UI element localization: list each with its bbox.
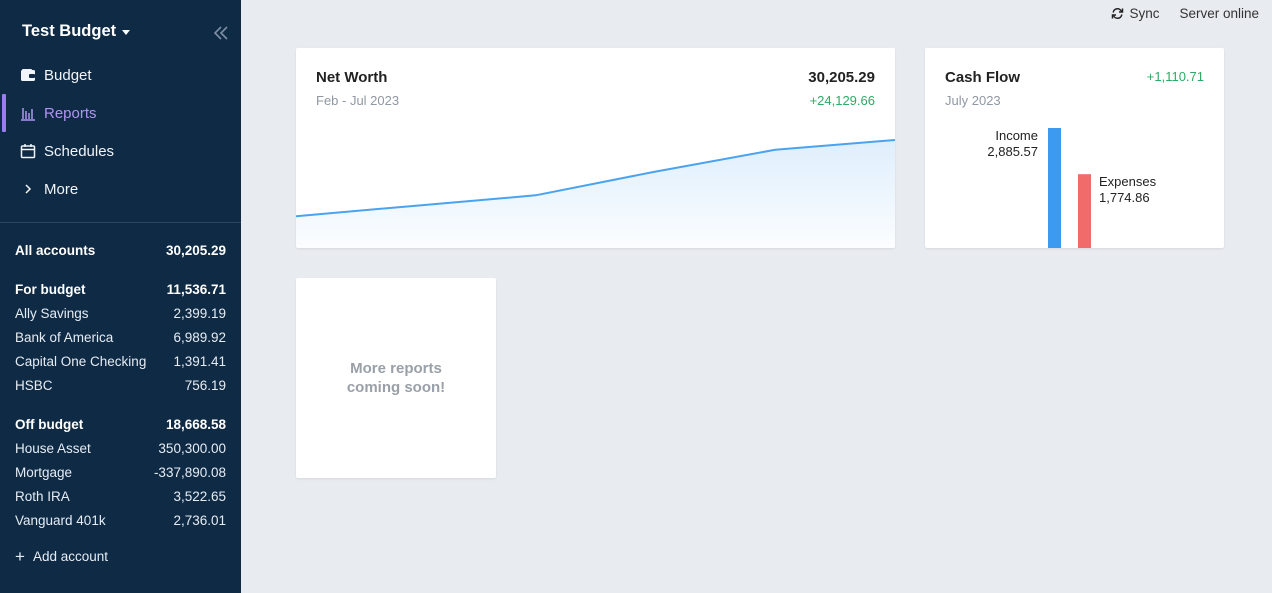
account-row-hsbc[interactable]: HSBC 756.19 [0, 373, 241, 397]
net-worth-change: +24,129.66 [809, 93, 875, 108]
account-balance: 6,989.92 [173, 329, 226, 345]
cash-flow-change: +1,110.71 [1146, 69, 1204, 84]
budget-name: Test Budget [22, 22, 117, 40]
account-name: All accounts [15, 242, 96, 258]
sidebar-nav: Budget Reports Schedules More [0, 56, 241, 208]
card-period: July 2023 [945, 93, 1001, 108]
card-date-range: Feb - Jul 2023 [316, 93, 400, 108]
account-name: House Asset [15, 440, 91, 456]
net-worth-area [296, 140, 895, 248]
account-name: Mortgage [15, 464, 73, 480]
add-account-label: Add account [32, 549, 108, 564]
account-name: Bank of America [15, 329, 114, 345]
top-bar: Sync Server online [1111, 6, 1259, 21]
sidebar-item-schedules[interactable]: Schedules [0, 132, 241, 170]
account-balance: 3,522.65 [173, 488, 226, 504]
net-worth-card[interactable]: Net Worth Feb - Jul 2023 30,205.29 +24,1… [296, 48, 895, 248]
card-title: Cash Flow [945, 69, 1021, 86]
plus-icon: + [15, 547, 25, 566]
income-label: Income [995, 128, 1038, 143]
sidebar-item-label: Reports [44, 104, 97, 122]
collapse-sidebar-button[interactable] [211, 24, 231, 42]
account-name: Off budget [15, 416, 84, 432]
sidebar: Test Budget Budget Reports Schedules Mor… [0, 0, 241, 593]
account-balance: -337,890.08 [153, 464, 226, 480]
account-row-house-asset[interactable]: House Asset 350,300.00 [0, 436, 241, 460]
wallet-icon [20, 67, 36, 83]
sidebar-item-label: Budget [44, 66, 92, 84]
bar-chart-icon [20, 105, 36, 121]
sync-button[interactable]: Sync [1111, 6, 1159, 21]
add-account-button[interactable]: + Add account [15, 548, 108, 565]
expenses-bar [1078, 174, 1091, 248]
expenses-label-group: Expenses 1,774.86 [1099, 174, 1156, 206]
account-row-ally-savings[interactable]: Ally Savings 2,399.19 [0, 301, 241, 325]
server-status[interactable]: Server online [1179, 6, 1259, 21]
off-budget-row[interactable]: Off budget 18,668.58 [0, 412, 241, 436]
income-label-group: Income 2,885.57 [987, 128, 1038, 160]
expenses-value: 1,774.86 [1099, 190, 1150, 205]
net-worth-value: 30,205.29 [808, 69, 875, 86]
sidebar-item-budget[interactable]: Budget [0, 56, 241, 94]
sidebar-divider [0, 222, 241, 223]
sidebar-item-label: Schedules [44, 142, 115, 160]
chevron-right-icon [20, 181, 36, 197]
coming-soon-text: More reports coming soon! [347, 359, 445, 397]
sync-label: Sync [1129, 6, 1160, 21]
account-name: Ally Savings [15, 305, 89, 321]
account-list: All accounts 30,205.29 For budget 11,536… [0, 238, 241, 532]
sidebar-item-more[interactable]: More [0, 170, 241, 208]
account-name: For budget [15, 281, 86, 297]
account-row-roth-ira[interactable]: Roth IRA 3,522.65 [0, 484, 241, 508]
double-chevron-left-icon [213, 26, 228, 40]
sync-icon [1112, 7, 1124, 20]
account-balance: 1,391.41 [173, 353, 226, 369]
income-value: 2,885.57 [987, 144, 1038, 159]
all-accounts-row[interactable]: All accounts 30,205.29 [0, 238, 241, 262]
for-budget-row[interactable]: For budget 11,536.71 [0, 277, 241, 301]
account-row-mortgage[interactable]: Mortgage -337,890.08 [0, 460, 241, 484]
account-row-vanguard-401k[interactable]: Vanguard 401k 2,736.01 [0, 508, 241, 532]
sidebar-item-label: More [44, 180, 79, 198]
account-name: Roth IRA [15, 488, 70, 504]
income-bar [1048, 128, 1061, 248]
account-name: Vanguard 401k [15, 512, 106, 528]
net-worth-chart [296, 139, 895, 248]
account-balance: 11,536.71 [166, 281, 226, 297]
account-name: HSBC [15, 377, 53, 393]
account-balance: 18,668.58 [165, 416, 226, 432]
coming-soon-line-1: More reports [350, 360, 442, 377]
budget-name-menu[interactable]: Test Budget [22, 22, 131, 41]
caret-down-icon [122, 30, 131, 35]
card-title: Net Worth [316, 69, 388, 86]
calendar-icon [20, 143, 36, 159]
account-balance: 350,300.00 [158, 440, 226, 456]
sidebar-item-reports[interactable]: Reports [0, 94, 241, 132]
coming-soon-card: More reports coming soon! [296, 278, 496, 478]
account-balance: 756.19 [184, 377, 226, 393]
account-row-bank-of-america[interactable]: Bank of America 6,989.92 [0, 325, 241, 349]
account-name: Capital One Checking [15, 353, 147, 369]
expenses-label: Expenses [1099, 174, 1157, 189]
cash-flow-card[interactable]: Cash Flow July 2023 +1,110.71 Income 2,8… [925, 48, 1224, 248]
account-row-capital-one-checking[interactable]: Capital One Checking 1,391.41 [0, 349, 241, 373]
account-balance: 2,399.19 [173, 305, 226, 321]
coming-soon-line-2: coming soon! [346, 379, 446, 396]
account-balance: 30,205.29 [165, 242, 226, 258]
account-balance: 2,736.01 [173, 512, 226, 528]
